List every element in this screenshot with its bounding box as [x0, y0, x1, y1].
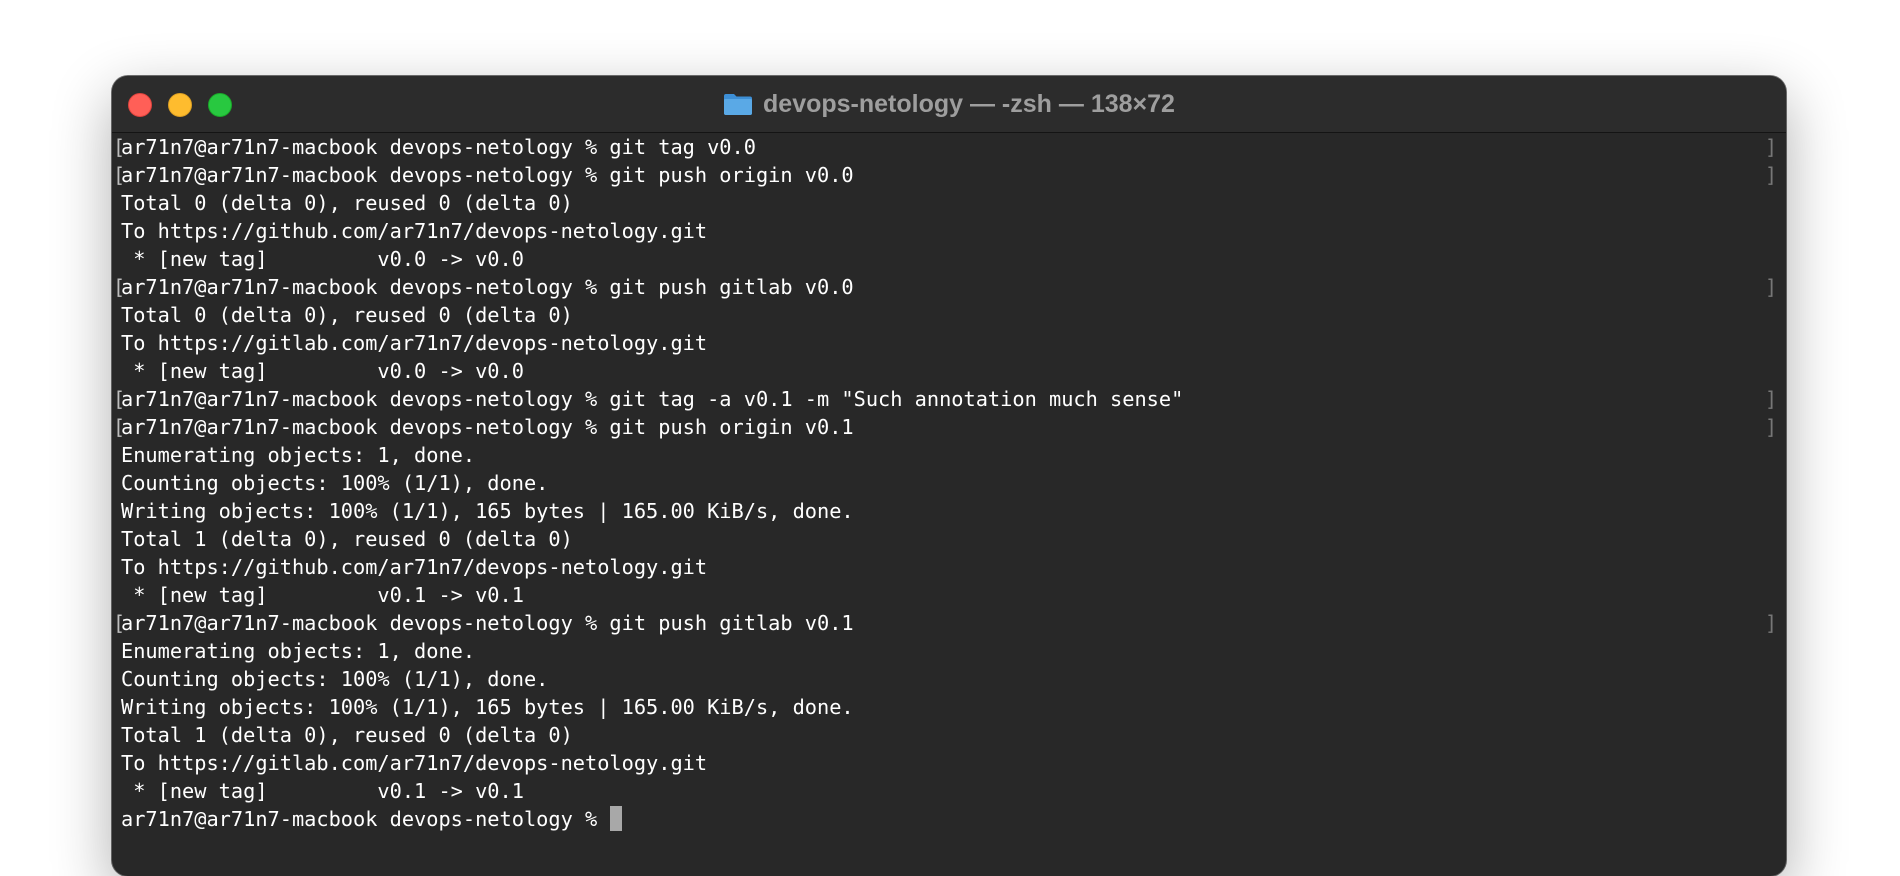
- terminal-output-line: * [new tag] v0.0 -> v0.0: [121, 359, 524, 383]
- terminal-output-line: To https://gitlab.com/ar71n7/devops-neto…: [121, 751, 708, 775]
- terminal-output-line: Total 0 (delta 0), reused 0 (delta 0): [121, 191, 573, 215]
- current-prompt-line[interactable]: ar71n7@ar71n7-macbook devops-netology %: [121, 805, 1786, 833]
- terminal-command-line: ar71n7@ar71n7-macbook devops-netology % …: [113, 161, 1786, 189]
- terminal-output-line: Writing objects: 100% (1/1), 165 bytes |…: [121, 695, 854, 719]
- terminal-output-line: * [new tag] v0.1 -> v0.1: [121, 583, 524, 607]
- window-title: devops-netology — -zsh — 138×72: [763, 89, 1175, 118]
- text-cursor: [610, 806, 623, 831]
- terminal-output-line: Counting objects: 100% (1/1), done.: [121, 667, 549, 691]
- terminal-output-line: To https://github.com/ar71n7/devops-neto…: [121, 219, 708, 243]
- terminal-command-line: ar71n7@ar71n7-macbook devops-netology % …: [113, 413, 1786, 441]
- terminal-command-line: ar71n7@ar71n7-macbook devops-netology % …: [113, 273, 1786, 301]
- window-title-area: devops-netology — -zsh — 138×72: [112, 76, 1786, 132]
- terminal-output-line: Total 0 (delta 0), reused 0 (delta 0): [121, 303, 573, 327]
- terminal-output-line: Total 1 (delta 0), reused 0 (delta 0): [121, 527, 573, 551]
- terminal-output-line: Enumerating objects: 1, done.: [121, 639, 476, 663]
- terminal-output-line: To https://github.com/ar71n7/devops-neto…: [121, 555, 708, 579]
- terminal-window: devops-netology — -zsh — 138×72 ar71n7@a…: [112, 76, 1786, 876]
- terminal-command-line: ar71n7@ar71n7-macbook devops-netology % …: [113, 133, 1786, 161]
- terminal-output-line: * [new tag] v0.0 -> v0.0: [121, 247, 524, 271]
- terminal-output-line: To https://gitlab.com/ar71n7/devops-neto…: [121, 331, 708, 355]
- current-prompt: ar71n7@ar71n7-macbook devops-netology %: [121, 807, 610, 831]
- terminal-output-line: Enumerating objects: 1, done.: [121, 443, 476, 467]
- terminal-output-line: Total 1 (delta 0), reused 0 (delta 0): [121, 723, 573, 747]
- terminal-output-line: Writing objects: 100% (1/1), 165 bytes |…: [121, 499, 854, 523]
- title-bar[interactable]: devops-netology — -zsh — 138×72: [112, 76, 1786, 133]
- terminal-command-line: ar71n7@ar71n7-macbook devops-netology % …: [113, 609, 1786, 637]
- terminal-output-line: * [new tag] v0.1 -> v0.1: [121, 779, 524, 803]
- terminal-command-line: ar71n7@ar71n7-macbook devops-netology % …: [113, 385, 1786, 413]
- terminal-output[interactable]: ar71n7@ar71n7-macbook devops-netology % …: [112, 133, 1786, 876]
- terminal-output-line: Counting objects: 100% (1/1), done.: [121, 471, 549, 495]
- folder-icon: [724, 94, 753, 115]
